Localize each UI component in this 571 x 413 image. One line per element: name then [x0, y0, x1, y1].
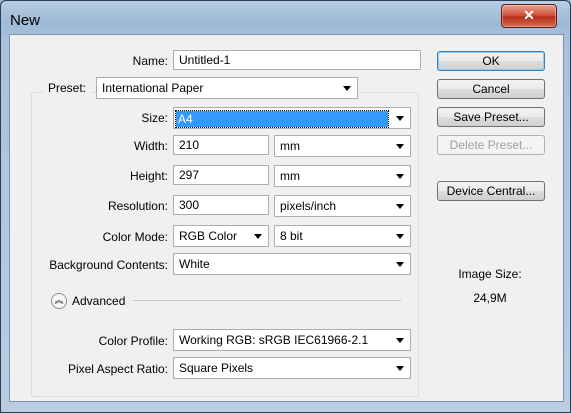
- width-unit-value: mm: [280, 139, 300, 153]
- chevron-down-icon: [396, 174, 404, 179]
- save-preset-button[interactable]: Save Preset...: [437, 107, 545, 127]
- pixel-aspect-ratio-value: Square Pixels: [179, 361, 254, 375]
- resolution-unit-value: pixels/inch: [280, 199, 337, 213]
- height-label: Height:: [129, 169, 168, 183]
- resolution-input[interactable]: 300: [173, 195, 269, 215]
- chevron-down-icon: [254, 234, 262, 239]
- color-mode-select[interactable]: RGB Color: [173, 225, 269, 247]
- close-icon: ✕: [523, 7, 535, 23]
- preset-label: Preset:: [48, 81, 87, 95]
- height-input[interactable]: 297: [173, 165, 269, 185]
- height-unit-value: mm: [280, 169, 300, 183]
- chevron-down-icon: [396, 234, 404, 239]
- advanced-toggle[interactable]: ︽: [51, 293, 67, 309]
- pixel-aspect-ratio-select[interactable]: Square Pixels: [173, 357, 411, 379]
- advanced-label: Advanced: [72, 294, 126, 308]
- bit-depth-select[interactable]: 8 bit: [274, 225, 411, 247]
- close-button[interactable]: ✕: [501, 4, 557, 28]
- image-size-label: Image Size:: [458, 267, 522, 281]
- width-input[interactable]: 210: [173, 135, 269, 155]
- color-profile-select[interactable]: Working RGB: sRGB IEC61966-2.1: [173, 329, 411, 351]
- chevron-down-icon: [396, 116, 404, 121]
- preset-value: International Paper: [102, 81, 204, 95]
- color-profile-label: Color Profile:: [98, 334, 168, 348]
- delete-preset-button: Delete Preset...: [437, 135, 545, 155]
- width-unit-select[interactable]: mm: [274, 135, 411, 157]
- resolution-unit-select[interactable]: pixels/inch: [274, 195, 411, 217]
- height-unit-select[interactable]: mm: [274, 165, 411, 187]
- dialog-title: New: [10, 12, 41, 29]
- preset-select[interactable]: International Paper: [96, 77, 358, 99]
- color-mode-value: RGB Color: [179, 229, 238, 243]
- chevron-down-icon: [396, 366, 404, 371]
- background-contents-label: Background Contents:: [49, 258, 168, 272]
- color-mode-label: Color Mode:: [102, 230, 168, 244]
- background-contents-value: White: [179, 257, 210, 271]
- color-profile-value: Working RGB: sRGB IEC61966-2.1: [179, 333, 369, 347]
- size-select[interactable]: A4: [173, 107, 411, 129]
- size-value: A4: [175, 110, 389, 128]
- cancel-button[interactable]: Cancel: [437, 79, 545, 99]
- chevron-down-icon: [396, 338, 404, 343]
- background-contents-select[interactable]: White: [173, 253, 411, 275]
- dialog-window: New ✕ Name: Untitled-1 Preset: Internati…: [0, 0, 571, 413]
- collapse-chevrons-icon: ︽: [54, 295, 64, 305]
- width-label: Width:: [133, 139, 168, 153]
- chevron-down-icon: [343, 86, 351, 91]
- advanced-divider: [133, 300, 401, 301]
- bit-depth-value: 8 bit: [280, 229, 303, 243]
- chevron-down-icon: [396, 262, 404, 267]
- resolution-label: Resolution:: [107, 199, 168, 213]
- ok-button[interactable]: OK: [437, 51, 545, 71]
- name-input[interactable]: Untitled-1: [173, 50, 421, 70]
- dialog-body: Name: Untitled-1 Preset: International P…: [9, 34, 564, 402]
- device-central-button[interactable]: Device Central...: [437, 181, 545, 201]
- size-label: Size:: [141, 111, 168, 125]
- image-size-value: 24,9M: [473, 291, 507, 305]
- chevron-down-icon: [396, 144, 404, 149]
- name-label: Name:: [132, 54, 168, 68]
- chevron-down-icon: [396, 204, 404, 209]
- pixel-aspect-ratio-label: Pixel Aspect Ratio:: [67, 362, 168, 376]
